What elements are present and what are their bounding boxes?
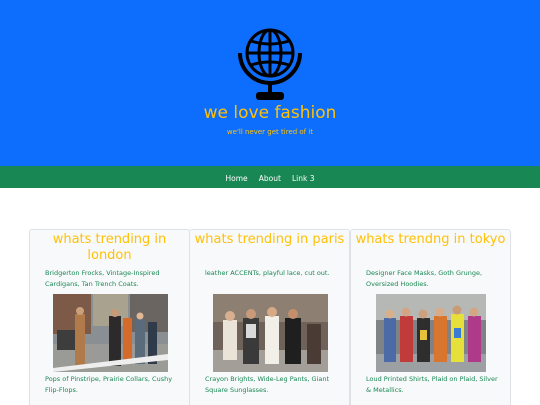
card-caption: Loud Printed Shirts, Plaid on Plaid, Sil… [366, 375, 498, 394]
card-caption: Crayon Brights, Wide-Leg Pants, Giant Sq… [205, 375, 330, 394]
tokyo-street-photo [376, 294, 486, 372]
card-text: Designer Face Masks, Goth Grunge, Oversi… [366, 269, 483, 288]
card-tokyo: whats trendng in tokyo Designer Face Mas… [350, 229, 511, 405]
card-text: Bridgerton Frocks, Vintage-Inspired Card… [45, 269, 160, 288]
nav-link-3[interactable]: Link 3 [292, 168, 315, 190]
trend-cards: whats trending in london Bridgerton Froc… [29, 229, 511, 405]
site-tagline: we'll never get tired of it [226, 128, 314, 136]
card-text: leather ACCENTs, playful lace, cut out. [205, 269, 330, 277]
navbar: Home About Link 3 [0, 166, 540, 188]
nav-link-home[interactable]: Home [225, 168, 247, 190]
card-title: whats trending in paris [194, 232, 345, 247]
hero-banner: we love fashion we'll never get tired of… [0, 0, 540, 166]
globe-icon [238, 28, 302, 100]
card-title: whats trendng in tokyo [355, 232, 506, 247]
site-title: we love fashion [203, 103, 337, 123]
london-street-photo [53, 294, 168, 372]
card-london: whats trending in london Bridgerton Froc… [29, 229, 190, 405]
card-paris: whats trending in paris leather ACCENTs,… [189, 229, 350, 405]
nav-link-about[interactable]: About [259, 168, 281, 190]
paris-street-photo [213, 294, 328, 372]
card-caption: Pops of Pinstripe, Prairie Collars, Cush… [45, 375, 173, 394]
card-title: whats trending in london [52, 232, 167, 263]
